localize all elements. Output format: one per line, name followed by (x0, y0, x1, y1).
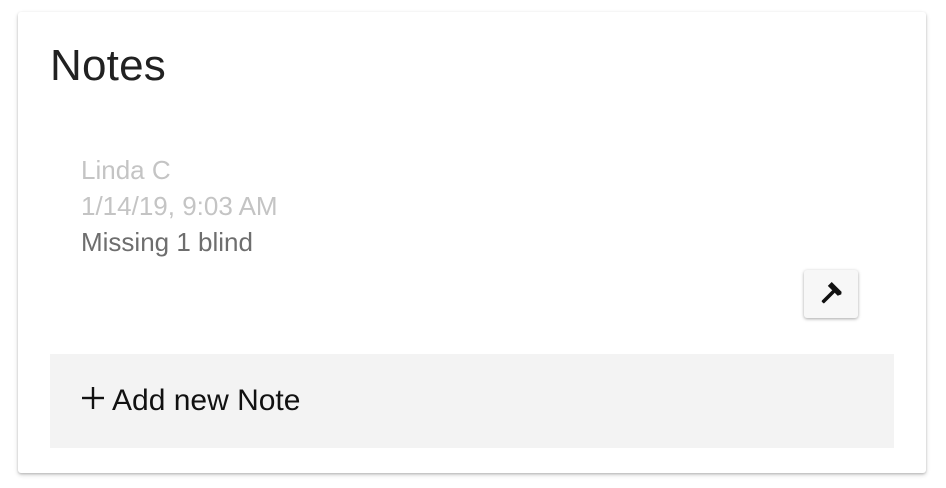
notes-card: Notes Linda C 1/14/19, 9:03 AM Missing 1… (18, 12, 926, 473)
note-item: Linda C 1/14/19, 9:03 AM Missing 1 blind (81, 152, 781, 260)
card-title: Notes (50, 41, 166, 90)
add-note-label: Add new Note (112, 384, 301, 417)
plus-icon (80, 385, 106, 411)
note-author: Linda C (81, 155, 171, 185)
note-timestamp: 1/14/19, 9:03 AM (81, 191, 278, 221)
add-note-button[interactable]: Add new Note (50, 354, 894, 448)
hammer-icon (818, 281, 844, 307)
note-text: Missing 1 blind (81, 227, 253, 257)
edit-note-button[interactable] (804, 270, 858, 318)
